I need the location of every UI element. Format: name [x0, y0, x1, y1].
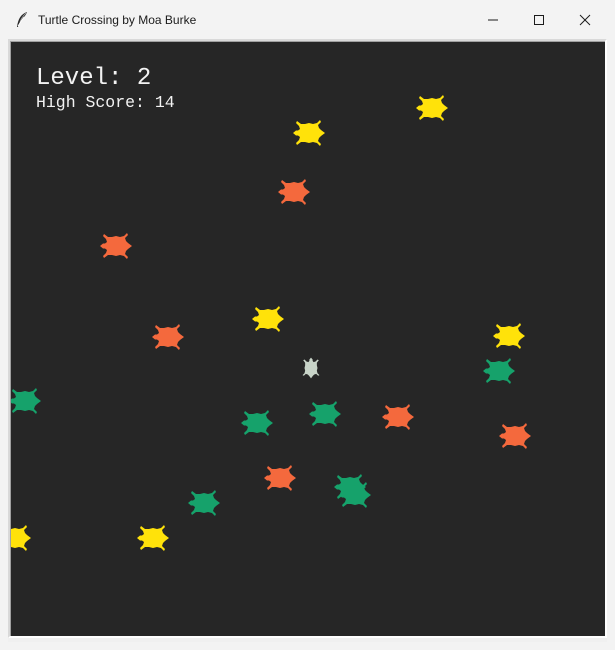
yellow-car-turtle: [10, 518, 35, 558]
player-turtle[interactable]: [298, 355, 324, 381]
title-bar[interactable]: Turtle Crossing by Moa Burke: [0, 0, 615, 40]
orange-car-turtle: [96, 226, 136, 266]
orange-car-turtle: [378, 397, 418, 437]
orange-car-turtle: [148, 317, 188, 357]
game-canvas-frame: Level: 2 High Score: 14: [8, 39, 607, 638]
app-window: Turtle Crossing by Moa Burke Level: 2 Hi…: [0, 0, 615, 650]
yellow-car-turtle: [133, 518, 173, 558]
yellow-car-turtle: [248, 299, 288, 339]
minimize-icon: [487, 14, 499, 26]
feather-icon: [14, 11, 32, 29]
level-label: Level: 2: [36, 65, 152, 92]
green-car-turtle: [237, 403, 277, 443]
orange-car-turtle: [495, 416, 535, 456]
green-car-turtle: [479, 351, 519, 391]
orange-car-turtle: [274, 172, 314, 212]
maximize-button[interactable]: [516, 0, 562, 40]
minimize-button[interactable]: [470, 0, 516, 40]
game-canvas[interactable]: Level: 2 High Score: 14: [10, 41, 605, 636]
close-button[interactable]: [562, 0, 608, 40]
green-car-turtle: [335, 475, 375, 515]
green-car-turtle: [10, 381, 45, 421]
yellow-car-turtle: [489, 316, 529, 356]
high-score-label: High Score: 14: [36, 93, 175, 112]
window-title: Turtle Crossing by Moa Burke: [38, 13, 197, 27]
yellow-car-turtle: [289, 113, 329, 153]
orange-car-turtle: [260, 458, 300, 498]
close-icon: [579, 14, 591, 26]
window-bottom-edge: [8, 638, 607, 642]
green-car-turtle: [184, 483, 224, 523]
yellow-car-turtle: [412, 88, 452, 128]
green-car-turtle: [305, 394, 345, 434]
maximize-icon: [533, 14, 545, 26]
